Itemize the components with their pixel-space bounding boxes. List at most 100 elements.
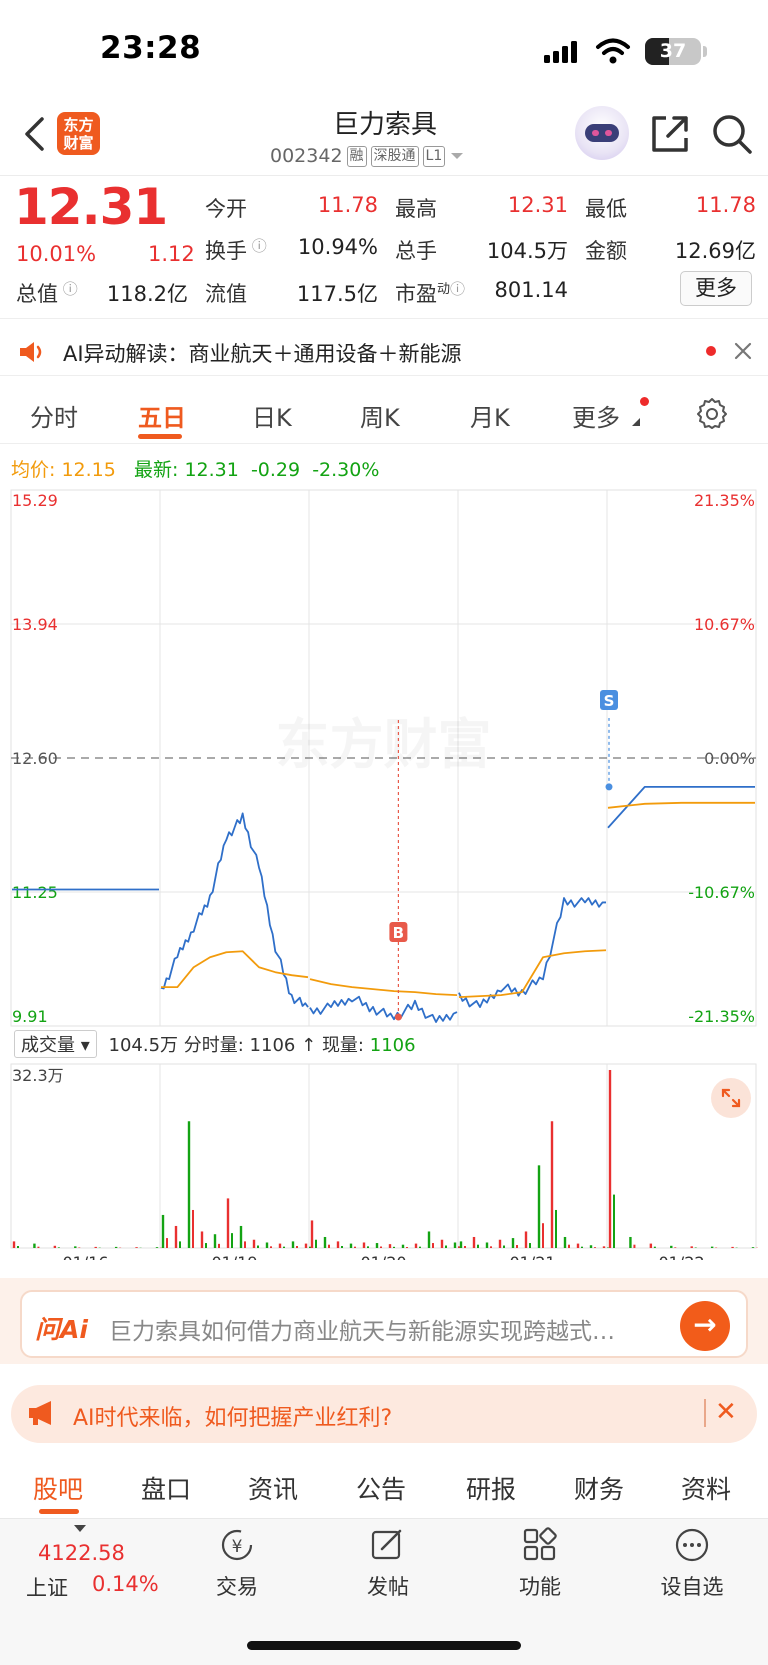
volume-bar: [458, 1246, 460, 1248]
volume-bar: [296, 1246, 298, 1248]
index-value[interactable]: 4122.58: [38, 1541, 125, 1565]
volume-bar: [341, 1246, 343, 1248]
volume-bar: [432, 1243, 434, 1248]
open-label: 今开: [205, 197, 247, 221]
active-tab-indicator: [138, 434, 182, 439]
y-right-tick: 10.67%: [694, 615, 755, 634]
y-right-tick: -21.35%: [688, 1007, 755, 1026]
volume-bar: [278, 1243, 282, 1248]
more-fields-button[interactable]: 更多: [680, 271, 752, 306]
volume-bar: [362, 1242, 366, 1248]
volume-bar: [57, 1247, 60, 1248]
stock-code: 002342: [270, 145, 343, 167]
volume-bar: [239, 1225, 243, 1248]
settings-icon[interactable]: [696, 397, 728, 429]
stock-code-row[interactable]: 002342 融 深股通 L1: [270, 145, 465, 167]
tab-more-corner-icon: [632, 418, 640, 426]
volume-bar: [336, 1241, 340, 1248]
unread-dot: [706, 346, 716, 356]
trade-label[interactable]: 交易: [207, 1571, 267, 1601]
post-label[interactable]: 发帖: [358, 1571, 418, 1601]
mcap-value: 118.2亿: [106, 282, 188, 306]
tab-announcements[interactable]: 公告: [356, 1470, 406, 1506]
function-icon[interactable]: [522, 1527, 558, 1563]
tab-monthly-k[interactable]: 月K: [470, 398, 510, 433]
tab-five-day[interactable]: 五日: [138, 398, 186, 433]
volume-bar: [414, 1243, 418, 1248]
tick-volume: 分时量: 1106: [183, 1035, 296, 1056]
x-tick: 01/16: [62, 1253, 108, 1260]
trade-icon[interactable]: ¥: [217, 1527, 257, 1563]
function-label[interactable]: 功能: [510, 1571, 570, 1601]
volume-bar: [226, 1198, 230, 1248]
tab-news[interactable]: 资讯: [248, 1470, 298, 1506]
high-value: 12.31: [507, 193, 568, 217]
volume-bar: [309, 1246, 311, 1248]
tab-research[interactable]: 研报: [466, 1470, 516, 1506]
tab-profile[interactable]: 资料: [681, 1470, 731, 1506]
volume-bar: [629, 1236, 632, 1248]
volume-bar: [731, 1246, 734, 1248]
expand-chart-button[interactable]: [711, 1078, 751, 1118]
stock-name: 巨力索具: [332, 110, 437, 140]
change-value: 1.12: [148, 242, 195, 266]
volume-bar: [205, 1243, 207, 1248]
volume-bar: [674, 1247, 677, 1248]
bottom-tab-indicator: [39, 1509, 79, 1514]
volume-total: 104.5万: [108, 1035, 179, 1056]
amount-label: 金额: [585, 239, 627, 263]
volume-bar: [653, 1246, 656, 1248]
volume-bar: [12, 1241, 16, 1248]
volume-bar: [751, 1247, 755, 1248]
promo-close-icon[interactable]: ✕: [715, 1397, 737, 1427]
tab-finance[interactable]: 财务: [574, 1470, 624, 1506]
home-indicator: [247, 1641, 521, 1650]
current-price: 12.31: [14, 178, 168, 236]
tab-weekly-k[interactable]: 周K: [360, 398, 400, 433]
volume-bar: [161, 1214, 165, 1248]
tab-daily-k[interactable]: 日K: [252, 398, 292, 433]
volume-bar: [710, 1246, 714, 1248]
volume-bar: [477, 1244, 479, 1248]
megaphone-icon: [29, 1401, 51, 1425]
float-label: 流值: [205, 282, 247, 306]
post-icon[interactable]: [370, 1527, 406, 1563]
volume-bar: [608, 1070, 612, 1248]
five-day-chart[interactable]: 15.29 21.35% 13.94 10.67% 12.60 0.00% 11.25 -10…: [0, 480, 768, 1260]
tab-pankou[interactable]: 盘口: [141, 1470, 191, 1506]
back-icon[interactable]: [22, 116, 46, 152]
share-icon[interactable]: [650, 114, 690, 154]
ai-assistant-avatar[interactable]: [575, 106, 629, 160]
tab-more[interactable]: 更多: [572, 398, 620, 433]
tab-guba[interactable]: 股吧: [33, 1470, 83, 1506]
indicator-select[interactable]: 成交量 ▾: [14, 1030, 97, 1058]
marker-dot: [605, 783, 613, 791]
watchlist-label[interactable]: 设自选: [652, 1571, 732, 1601]
volume-bar: [231, 1233, 233, 1248]
ask-ai-logo: 问Ai: [35, 1315, 88, 1344]
volume-bar: [498, 1239, 502, 1248]
volume-bar: [354, 1246, 356, 1248]
ai-insight-text[interactable]: AI异动解读：商业航天＋通用设备＋新能源: [63, 338, 462, 368]
volume-bar: [427, 1231, 431, 1248]
change-percent: 10.01%: [16, 242, 97, 266]
volume-bar: [581, 1246, 583, 1248]
volume-bar: [516, 1245, 518, 1248]
svg-text:¥: ¥: [232, 1537, 243, 1557]
watchlist-icon[interactable]: [674, 1527, 710, 1563]
y-right-tick: 0.00%: [704, 749, 755, 768]
volume-bar: [670, 1245, 673, 1248]
tab-intraday[interactable]: 分时: [30, 398, 78, 433]
info-icon: ⓘ: [58, 280, 78, 298]
volume-bar: [550, 1121, 554, 1248]
volume-bar: [323, 1236, 327, 1248]
level-tag: L1: [422, 145, 446, 167]
x-tick: 01/21: [509, 1253, 555, 1260]
search-icon[interactable]: [711, 113, 753, 155]
close-icon[interactable]: [734, 342, 752, 360]
y-left-tick: 15.29: [12, 491, 58, 510]
volume-bar: [328, 1244, 330, 1248]
low-label: 最低: [585, 197, 627, 221]
caret-down-icon: [74, 1525, 86, 1532]
ask-submit-button[interactable]: →: [680, 1301, 730, 1351]
